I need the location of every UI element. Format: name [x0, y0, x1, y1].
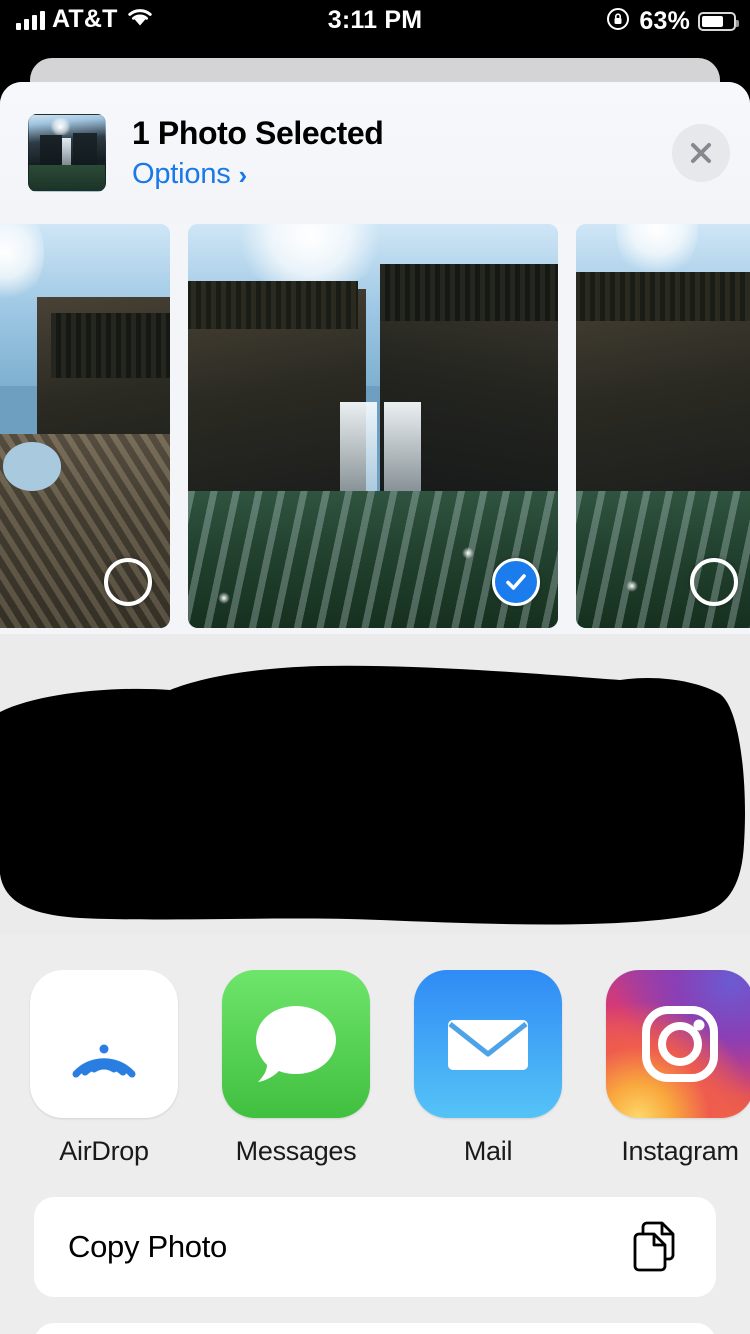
- action-list: Copy Photo: [0, 1197, 750, 1334]
- photo-carousel[interactable]: [0, 224, 750, 634]
- airdrop-icon: [30, 970, 178, 1118]
- status-bar: AT&T 3:11 PM 63%: [0, 0, 750, 44]
- circle-outline-icon[interactable]: [104, 558, 152, 606]
- header-text-group: 1 Photo Selected Options ›: [132, 115, 384, 191]
- app-share-targets: AirDrop Messages Mail Instagram: [0, 934, 750, 1197]
- app-row[interactable]: AirDrop Messages Mail Instagram: [0, 970, 750, 1167]
- options-label: Options: [132, 158, 231, 190]
- app-label: Mail: [463, 1136, 513, 1166]
- app-target-instagram[interactable]: Instagram: [606, 970, 750, 1167]
- chevron-right-icon: ›: [238, 159, 248, 190]
- close-icon: [686, 138, 716, 168]
- mail-icon: [414, 970, 562, 1118]
- status-bar-right: 63%: [605, 6, 739, 37]
- copy-photo-button[interactable]: Copy Photo: [34, 1197, 716, 1297]
- circle-outline-icon[interactable]: [690, 558, 738, 606]
- close-button[interactable]: [672, 124, 730, 182]
- table-row[interactable]: [188, 224, 558, 628]
- messages-icon: [222, 970, 370, 1118]
- share-sheet: 1 Photo Selected Options › AirDrop Messa…: [0, 82, 750, 1334]
- rotation-lock-icon: [605, 6, 631, 37]
- page-title: 1 Photo Selected: [132, 115, 384, 151]
- app-target-mail[interactable]: Mail: [414, 970, 562, 1167]
- share-sheet-header: 1 Photo Selected Options ›: [0, 82, 750, 224]
- copy-documents-icon: [630, 1217, 682, 1278]
- black-redaction-overlay: [0, 634, 750, 934]
- table-row[interactable]: [576, 224, 750, 628]
- next-action-card[interactable]: [34, 1323, 716, 1334]
- battery-icon: [698, 12, 739, 31]
- battery-percent-label: 63%: [639, 7, 690, 35]
- app-target-airdrop[interactable]: AirDrop: [30, 970, 178, 1167]
- app-target-messages[interactable]: Messages: [222, 970, 370, 1167]
- app-label: Instagram: [621, 1136, 739, 1166]
- app-label: AirDrop: [59, 1136, 149, 1166]
- action-label: Copy Photo: [68, 1229, 227, 1264]
- options-button[interactable]: Options ›: [132, 158, 383, 191]
- app-label: Messages: [235, 1136, 357, 1166]
- check-circle-icon[interactable]: [492, 558, 540, 606]
- selected-photo-thumbnail: [28, 114, 106, 192]
- instagram-icon: [606, 970, 750, 1118]
- table-row[interactable]: [0, 224, 170, 628]
- iphone-share-sheet-screen: AT&T 3:11 PM 63% 1 Photo Selected Option…: [0, 0, 750, 1334]
